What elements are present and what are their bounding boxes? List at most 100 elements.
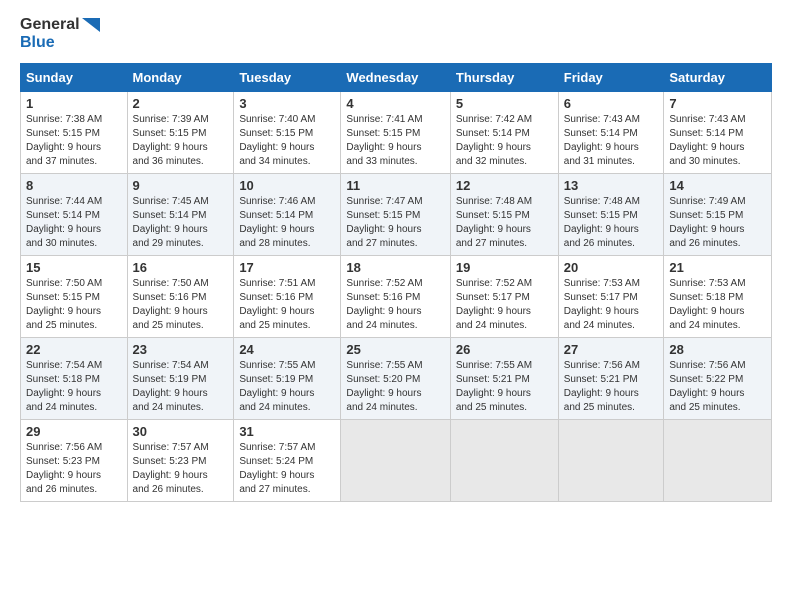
day-info: Sunrise: 7:38 AM Sunset: 5:15 PM Dayligh…	[26, 113, 122, 169]
day-info: Sunrise: 7:55 AM Sunset: 5:19 PM Dayligh…	[239, 359, 335, 415]
calendar-cell: 8 Sunrise: 7:44 AM Sunset: 5:14 PM Daylig…	[21, 174, 128, 256]
week-row-1: 1 Sunrise: 7:38 AM Sunset: 5:15 PM Daylig…	[21, 92, 772, 174]
day-number: 23	[133, 342, 229, 357]
day-number: 5	[456, 96, 553, 111]
day-info: Sunrise: 7:56 AM Sunset: 5:21 PM Dayligh…	[564, 359, 659, 415]
calendar-cell: 12 Sunrise: 7:48 AM Sunset: 5:15 PM Dayli…	[450, 174, 558, 256]
logo-blue: Blue	[20, 34, 55, 52]
day-info: Sunrise: 7:50 AM Sunset: 5:15 PM Dayligh…	[26, 277, 122, 333]
day-number: 18	[346, 260, 444, 275]
day-info: Sunrise: 7:56 AM Sunset: 5:23 PM Dayligh…	[26, 441, 122, 497]
day-number: 12	[456, 178, 553, 193]
calendar-cell: 19Sunrise: 7:52 AM Sunset: 5:17 PM Dayli…	[450, 256, 558, 338]
day-number: 6	[564, 96, 659, 111]
day-info: Sunrise: 7:44 AM Sunset: 5:14 PM Dayligh…	[26, 195, 122, 251]
day-info: Sunrise: 7:52 AM Sunset: 5:16 PM Dayligh…	[346, 277, 444, 333]
calendar-cell: 13 Sunrise: 7:48 AM Sunset: 5:15 PM Dayli…	[558, 174, 664, 256]
day-number: 29	[26, 424, 122, 439]
day-header-sunday: Sunday	[21, 64, 128, 92]
day-number: 20	[564, 260, 659, 275]
calendar-cell	[558, 420, 664, 502]
day-info: Sunrise: 7:48 AM Sunset: 5:15 PM Dayligh…	[564, 195, 659, 251]
calendar-cell: 4 Sunrise: 7:41 AM Sunset: 5:15 PM Daylig…	[341, 92, 450, 174]
day-number: 13	[564, 178, 659, 193]
day-number: 8	[26, 178, 122, 193]
header: General Blue	[20, 16, 772, 51]
day-header-wednesday: Wednesday	[341, 64, 450, 92]
day-info: Sunrise: 7:42 AM Sunset: 5:14 PM Dayligh…	[456, 113, 553, 169]
day-number: 2	[133, 96, 229, 111]
calendar-cell: 7 Sunrise: 7:43 AM Sunset: 5:14 PM Daylig…	[664, 92, 772, 174]
calendar-cell: 24 Sunrise: 7:55 AM Sunset: 5:19 PM Dayli…	[234, 338, 341, 420]
day-info: Sunrise: 7:57 AM Sunset: 5:24 PM Dayligh…	[239, 441, 335, 497]
day-header-saturday: Saturday	[664, 64, 772, 92]
day-number: 16	[133, 260, 229, 275]
day-info: Sunrise: 7:51 AM Sunset: 5:16 PM Dayligh…	[239, 277, 335, 333]
calendar-cell: 22 Sunrise: 7:54 AM Sunset: 5:18 PM Dayli…	[21, 338, 128, 420]
day-info: Sunrise: 7:50 AM Sunset: 5:16 PM Dayligh…	[133, 277, 229, 333]
calendar-cell: 27 Sunrise: 7:56 AM Sunset: 5:21 PM Dayli…	[558, 338, 664, 420]
calendar-cell: 25Sunrise: 7:55 AM Sunset: 5:20 PM Dayli…	[341, 338, 450, 420]
day-number: 21	[669, 260, 766, 275]
calendar-cell: 26 Sunrise: 7:55 AM Sunset: 5:21 PM Dayli…	[450, 338, 558, 420]
day-header-friday: Friday	[558, 64, 664, 92]
day-number: 17	[239, 260, 335, 275]
page-container: General Blue SundayMondayTuesdayWednesda…	[0, 0, 792, 512]
calendar-cell: 17 Sunrise: 7:51 AM Sunset: 5:16 PM Dayli…	[234, 256, 341, 338]
calendar-cell: 18 Sunrise: 7:52 AM Sunset: 5:16 PM Dayli…	[341, 256, 450, 338]
calendar-cell	[664, 420, 772, 502]
day-info: Sunrise: 7:55 AM Sunset: 5:20 PM Dayligh…	[346, 359, 444, 415]
week-row-4: 22 Sunrise: 7:54 AM Sunset: 5:18 PM Dayli…	[21, 338, 772, 420]
day-number: 19	[456, 260, 553, 275]
calendar-cell: 14 Sunrise: 7:49 AM Sunset: 5:15 PM Dayli…	[664, 174, 772, 256]
day-info: Sunrise: 7:41 AM Sunset: 5:15 PM Dayligh…	[346, 113, 444, 169]
day-header-monday: Monday	[127, 64, 234, 92]
day-number: 1	[26, 96, 122, 111]
calendar-cell: 5 Sunrise: 7:42 AM Sunset: 5:14 PM Daylig…	[450, 92, 558, 174]
logo: General Blue	[20, 16, 100, 51]
calendar-cell: 1 Sunrise: 7:38 AM Sunset: 5:15 PM Daylig…	[21, 92, 128, 174]
day-number: 27	[564, 342, 659, 357]
week-row-5: 29 Sunrise: 7:56 AM Sunset: 5:23 PM Dayli…	[21, 420, 772, 502]
day-number: 3	[239, 96, 335, 111]
day-number: 24	[239, 342, 335, 357]
day-number: 9	[133, 178, 229, 193]
day-number: 28	[669, 342, 766, 357]
day-header-tuesday: Tuesday	[234, 64, 341, 92]
day-number: 11	[346, 178, 444, 193]
calendar-cell: 2Sunrise: 7:39 AM Sunset: 5:15 PM Daylig…	[127, 92, 234, 174]
day-info: Sunrise: 7:53 AM Sunset: 5:18 PM Dayligh…	[669, 277, 766, 333]
day-number: 14	[669, 178, 766, 193]
day-info: Sunrise: 7:56 AM Sunset: 5:22 PM Dayligh…	[669, 359, 766, 415]
day-number: 22	[26, 342, 122, 357]
calendar-table: SundayMondayTuesdayWednesdayThursdayFrid…	[20, 63, 772, 502]
day-info: Sunrise: 7:45 AM Sunset: 5:14 PM Dayligh…	[133, 195, 229, 251]
calendar-cell: 28 Sunrise: 7:56 AM Sunset: 5:22 PM Dayli…	[664, 338, 772, 420]
day-info: Sunrise: 7:54 AM Sunset: 5:19 PM Dayligh…	[133, 359, 229, 415]
calendar-cell	[450, 420, 558, 502]
day-number: 31	[239, 424, 335, 439]
calendar-cell: 16 Sunrise: 7:50 AM Sunset: 5:16 PM Dayli…	[127, 256, 234, 338]
day-number: 30	[133, 424, 229, 439]
day-info: Sunrise: 7:55 AM Sunset: 5:21 PM Dayligh…	[456, 359, 553, 415]
calendar-cell: 6Sunrise: 7:43 AM Sunset: 5:14 PM Daylig…	[558, 92, 664, 174]
day-number: 7	[669, 96, 766, 111]
day-info: Sunrise: 7:43 AM Sunset: 5:14 PM Dayligh…	[669, 113, 766, 169]
calendar-cell: 3 Sunrise: 7:40 AM Sunset: 5:15 PM Daylig…	[234, 92, 341, 174]
logo-svg: General Blue	[20, 16, 100, 51]
day-info: Sunrise: 7:40 AM Sunset: 5:15 PM Dayligh…	[239, 113, 335, 169]
calendar-cell: 11Sunrise: 7:47 AM Sunset: 5:15 PM Dayli…	[341, 174, 450, 256]
day-number: 26	[456, 342, 553, 357]
day-info: Sunrise: 7:57 AM Sunset: 5:23 PM Dayligh…	[133, 441, 229, 497]
calendar-cell: 23 Sunrise: 7:54 AM Sunset: 5:19 PM Dayli…	[127, 338, 234, 420]
day-info: Sunrise: 7:53 AM Sunset: 5:17 PM Dayligh…	[564, 277, 659, 333]
logo-general: General	[20, 16, 100, 34]
day-number: 10	[239, 178, 335, 193]
days-header-row: SundayMondayTuesdayWednesdayThursdayFrid…	[21, 64, 772, 92]
day-info: Sunrise: 7:46 AM Sunset: 5:14 PM Dayligh…	[239, 195, 335, 251]
day-info: Sunrise: 7:48 AM Sunset: 5:15 PM Dayligh…	[456, 195, 553, 251]
day-number: 4	[346, 96, 444, 111]
calendar-cell: 21 Sunrise: 7:53 AM Sunset: 5:18 PM Dayli…	[664, 256, 772, 338]
day-info: Sunrise: 7:54 AM Sunset: 5:18 PM Dayligh…	[26, 359, 122, 415]
day-info: Sunrise: 7:49 AM Sunset: 5:15 PM Dayligh…	[669, 195, 766, 251]
